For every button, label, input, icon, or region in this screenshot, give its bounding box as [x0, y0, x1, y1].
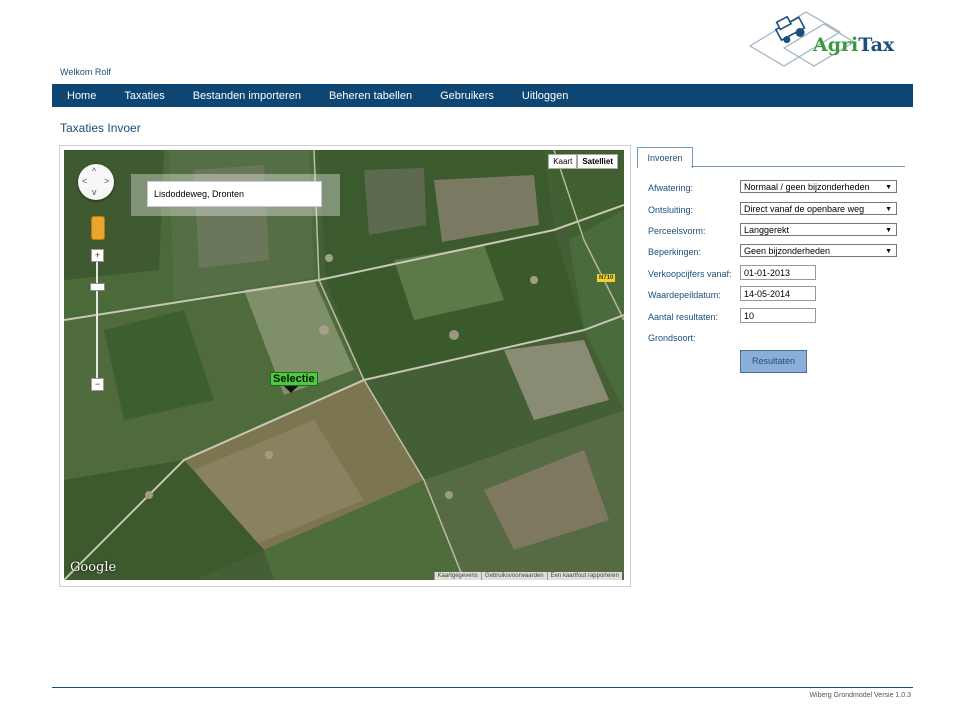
afwatering-select[interactable]: Normaal / geen bijzonderheden ▼	[740, 180, 897, 193]
search-wrap	[131, 174, 340, 216]
grondsoort-label: Grondsoort:	[648, 333, 696, 343]
chevron-down-icon: ▼	[885, 184, 892, 191]
zoom-slider-track[interactable]	[96, 260, 98, 382]
pan-control[interactable]: ^ v < >	[78, 164, 114, 200]
ontsluiting-label: Ontsluiting:	[648, 205, 694, 215]
aantal-resultaten-input[interactable]	[740, 308, 816, 323]
perceelsvorm-select[interactable]: Langgerekt ▼	[740, 223, 897, 236]
chevron-down-icon: ▼	[885, 227, 892, 234]
tab-invoeren[interactable]: Invoeren	[637, 147, 693, 168]
attribution-kaartgegevens[interactable]: Kaartgegevens	[433, 572, 481, 580]
pan-down-icon[interactable]: v	[92, 188, 97, 197]
nav-bestanden-importeren[interactable]: Bestanden importeren	[179, 90, 315, 102]
perceelsvorm-value: Langgerekt	[744, 225, 790, 235]
afwatering-value: Normaal / geen bijzonderheden	[744, 182, 870, 192]
nav-gebruikers[interactable]: Gebruikers	[426, 90, 508, 102]
verkoopcijfers-label: Verkoopcijfers vanaf:	[648, 269, 732, 279]
main-nav: Home Taxaties Bestanden importeren Beher…	[52, 84, 913, 107]
logo-text: AgriTax	[813, 34, 894, 56]
selectie-marker[interactable]: Selectie	[270, 372, 318, 386]
aantal-resultaten-label: Aantal resultaten:	[648, 312, 719, 322]
road-badge: N710	[597, 274, 616, 282]
waardepeildatum-label: Waardepeildatum:	[648, 290, 721, 300]
ontsluiting-select[interactable]: Direct vanaf de openbare weg ▼	[740, 202, 897, 215]
tab-divider	[691, 166, 905, 167]
map-search-input[interactable]	[147, 181, 322, 207]
pan-left-icon[interactable]: <	[82, 177, 87, 186]
zoom-out-button[interactable]: −	[91, 378, 104, 391]
perceelsvorm-label: Perceelsvorm:	[648, 226, 706, 236]
logo-agri: Agri	[813, 34, 859, 56]
beperkingen-value: Geen bijzonderheden	[744, 246, 831, 256]
chevron-down-icon: ▼	[885, 248, 892, 255]
pan-up-icon[interactable]: ^	[92, 167, 96, 176]
beperkingen-label: Beperkingen:	[648, 247, 702, 257]
ontsluiting-value: Direct vanaf de openbare weg	[744, 204, 865, 214]
google-logo: Google	[70, 560, 117, 575]
page-title: Taxaties Invoer	[60, 121, 141, 135]
zoom-slider-handle[interactable]	[90, 283, 105, 291]
nav-taxaties[interactable]: Taxaties	[110, 90, 178, 102]
welcome-text: Welkom Rolf	[60, 67, 111, 77]
footer-divider	[52, 687, 913, 688]
attribution-gebruiksvoorwaarden[interactable]: Gebruiksvoorwaarden	[480, 572, 547, 580]
nav-beheren-tabellen[interactable]: Beheren tabellen	[315, 90, 426, 102]
map-type-kaart[interactable]: Kaart	[548, 154, 578, 169]
map-type-satelliet[interactable]: Satelliet	[577, 154, 618, 169]
afwatering-label: Afwatering:	[648, 183, 694, 193]
chevron-down-icon: ▼	[885, 206, 892, 213]
footer-version: Wiberg Grondmodel Versie 1.0.3	[809, 692, 911, 699]
logo-tax: Tax	[858, 34, 895, 56]
nav-home[interactable]: Home	[52, 90, 110, 102]
resultaten-button[interactable]: Resultaten	[740, 350, 807, 373]
map-attribution: Kaartgegevens Gebruiksvoorwaarden Een ka…	[433, 572, 622, 580]
pan-right-icon[interactable]: >	[104, 177, 109, 186]
satellite-map[interactable]: ^ v < > + − Kaart Satelliet N710 Selecti…	[64, 150, 624, 580]
attribution-kaartfout-rapporteren[interactable]: Een kaartfout rapporteren	[546, 572, 622, 580]
nav-uitloggen[interactable]: Uitloggen	[508, 90, 582, 102]
zoom-in-button[interactable]: +	[91, 249, 104, 262]
marker-pointer-icon	[284, 386, 298, 393]
pegman-icon[interactable]	[91, 216, 105, 240]
beperkingen-select[interactable]: Geen bijzonderheden ▼	[740, 244, 897, 257]
map-type-control: Kaart Satelliet	[548, 154, 618, 169]
verkoopcijfers-input[interactable]	[740, 265, 816, 280]
waardepeildatum-input[interactable]	[740, 286, 816, 301]
map-frame: ^ v < > + − Kaart Satelliet N710 Selecti…	[59, 145, 631, 587]
